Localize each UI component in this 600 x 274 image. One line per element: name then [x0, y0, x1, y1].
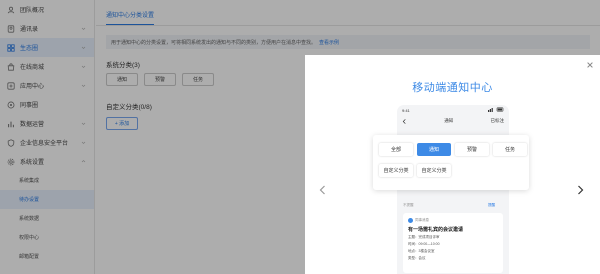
- app-dot-icon: [408, 218, 413, 223]
- signal-battery-icon: [488, 107, 504, 113]
- modal-title: 移动端通知中心: [412, 82, 493, 94]
- phone-header-title: 通知: [444, 118, 454, 123]
- notification-line: 类型：会议: [408, 256, 426, 260]
- back-icon: [402, 118, 406, 124]
- notification-app: 同事消息: [408, 218, 498, 223]
- category-pill-task[interactable]: 任务: [493, 143, 527, 156]
- phone-header: 通知 已标注: [397, 115, 509, 127]
- phone-hint-right: 提醒: [488, 203, 495, 207]
- category-pill-notice[interactable]: 通知: [417, 143, 451, 156]
- phone-status-bar: 9:41: [397, 105, 509, 115]
- notification-line: 时间：09:00—10:00: [408, 242, 440, 246]
- notification-card: 同事消息 有一场需礼宾的会议邀请 主题：完成项目评审 时间：09:00—10:0…: [403, 213, 503, 273]
- category-pill-custom[interactable]: 自定义分类: [379, 164, 413, 177]
- notification-app-name: 同事消息: [415, 218, 429, 222]
- close-icon[interactable]: [586, 61, 594, 69]
- category-pill-warning[interactable]: 预警: [455, 143, 489, 156]
- chevron-left-icon[interactable]: [319, 185, 326, 195]
- notification-title: 有一场需礼宾的会议邀请: [408, 227, 464, 233]
- preview-modal: 移动端通知中心 9:41 通知 已标注 不提醒 提醒 同事消息 有一场需礼宾的会…: [305, 55, 600, 274]
- category-pill-all[interactable]: 全部: [379, 143, 413, 156]
- notification-line: 地点：3楼会议室: [408, 249, 435, 253]
- category-popup: 全部 通知 预警 任务 自定义分类 自定义分类: [373, 135, 529, 190]
- chevron-right-icon[interactable]: [577, 185, 584, 195]
- category-pill-custom[interactable]: 自定义分类: [417, 164, 451, 177]
- notification-line: 主题：完成项目评审: [408, 235, 440, 239]
- phone-time: 9:41: [402, 107, 410, 113]
- phone-hint-left: 不提醒: [403, 203, 414, 207]
- phone-header-action: 已标注: [490, 118, 505, 123]
